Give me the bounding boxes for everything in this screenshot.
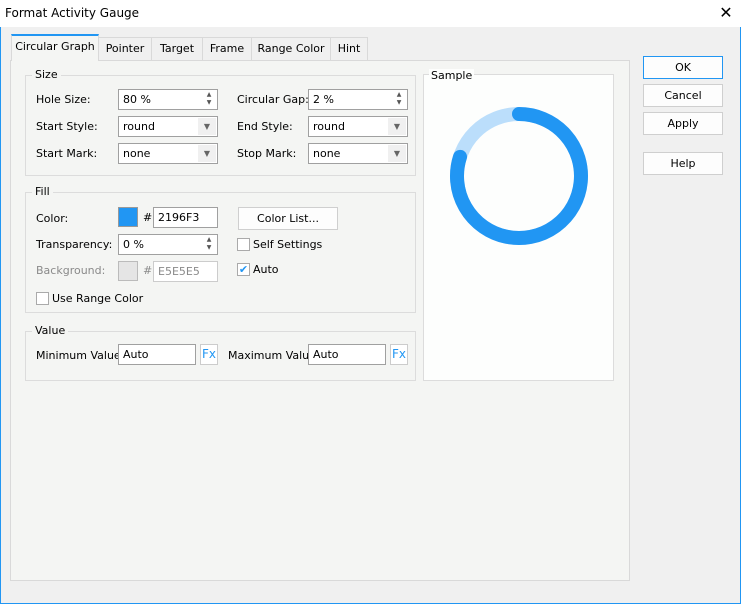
spin-arrows-icon[interactable]: ▲ ▼	[202, 236, 216, 253]
self-settings-checkbox[interactable]	[237, 238, 250, 251]
color-list-button[interactable]: Color List...	[238, 207, 338, 230]
apply-button[interactable]: Apply	[643, 112, 723, 135]
auto-checkbox[interactable]: ✔	[237, 263, 250, 276]
tab-circular-graph[interactable]: Circular Graph	[11, 34, 99, 61]
spin-arrows-icon[interactable]: ▲ ▼	[202, 91, 216, 108]
ok-button[interactable]: OK	[643, 56, 723, 79]
start-mark-value: none	[123, 147, 151, 160]
tab-target[interactable]: Target	[151, 37, 203, 61]
start-style-select[interactable]: round ▼	[118, 116, 218, 137]
minimum-value-input[interactable]: Auto	[118, 344, 196, 365]
chevron-down-icon[interactable]: ▼	[198, 145, 216, 162]
close-icon[interactable]: ✕	[716, 3, 736, 23]
stop-mark-select[interactable]: none ▼	[308, 143, 408, 164]
fx-button[interactable]: Fx	[200, 344, 218, 365]
self-settings-label: Self Settings	[253, 238, 323, 251]
value-legend: Value	[32, 324, 69, 337]
tab-hint[interactable]: Hint	[330, 37, 368, 61]
minimum-value-label: Minimum Value:	[36, 349, 125, 362]
tab-pointer[interactable]: Pointer	[98, 37, 152, 61]
color-hex-input[interactable]: 2196F3	[153, 207, 218, 228]
end-style-select[interactable]: round ▼	[308, 116, 408, 137]
circular-gap-value: 2 %	[313, 93, 334, 106]
hole-size-value: 80 %	[123, 93, 151, 106]
maximum-value-input[interactable]: Auto	[308, 344, 386, 365]
end-style-label: End Style:	[237, 120, 293, 133]
transparency-label: Transparency:	[36, 238, 113, 251]
auto-label: Auto	[253, 263, 279, 276]
chevron-down-icon[interactable]: ▼	[198, 118, 216, 135]
end-style-value: round	[313, 120, 345, 133]
sample-group: Sample	[423, 69, 614, 381]
background-swatch	[118, 261, 138, 281]
tab-frame[interactable]: Frame	[202, 37, 252, 61]
start-mark-label: Start Mark:	[36, 147, 98, 160]
use-range-color-checkbox[interactable]	[36, 292, 49, 305]
stop-mark-value: none	[313, 147, 341, 160]
stop-mark-label: Stop Mark:	[237, 147, 297, 160]
fx-button[interactable]: Fx	[390, 344, 408, 365]
dialog-title: Format Activity Gauge	[5, 6, 140, 20]
fill-legend: Fill	[32, 185, 53, 198]
gauge-preview	[450, 107, 588, 245]
start-style-value: round	[123, 120, 155, 133]
hash-label: #	[143, 264, 153, 277]
size-legend: Size	[32, 68, 61, 81]
background-hex-input: E5E5E5	[153, 261, 218, 282]
hash-label: #	[143, 211, 153, 224]
tab-range-color[interactable]: Range Color	[251, 37, 331, 61]
chevron-down-icon[interactable]: ▼	[388, 145, 406, 162]
chevron-down-icon[interactable]: ▼	[388, 118, 406, 135]
cancel-button[interactable]: Cancel	[643, 84, 723, 107]
circular-gap-label: Circular Gap:	[237, 93, 309, 106]
hole-size-label: Hole Size:	[36, 93, 91, 106]
transparency-value: 0 %	[123, 238, 144, 251]
circular-gap-stepper[interactable]: 2 % ▲ ▼	[308, 89, 408, 110]
use-range-color-label: Use Range Color	[52, 292, 144, 305]
start-style-label: Start Style:	[36, 120, 98, 133]
color-label: Color:	[36, 212, 69, 225]
maximum-value-label: Maximum Value:	[228, 349, 320, 362]
start-mark-select[interactable]: none ▼	[118, 143, 218, 164]
hole-size-stepper[interactable]: 80 % ▲ ▼	[118, 89, 218, 110]
background-label: Background:	[36, 264, 106, 277]
transparency-stepper[interactable]: 0 % ▲ ▼	[118, 234, 218, 255]
spin-arrows-icon[interactable]: ▲ ▼	[392, 91, 406, 108]
color-swatch[interactable]	[118, 207, 138, 227]
help-button[interactable]: Help	[643, 152, 723, 175]
